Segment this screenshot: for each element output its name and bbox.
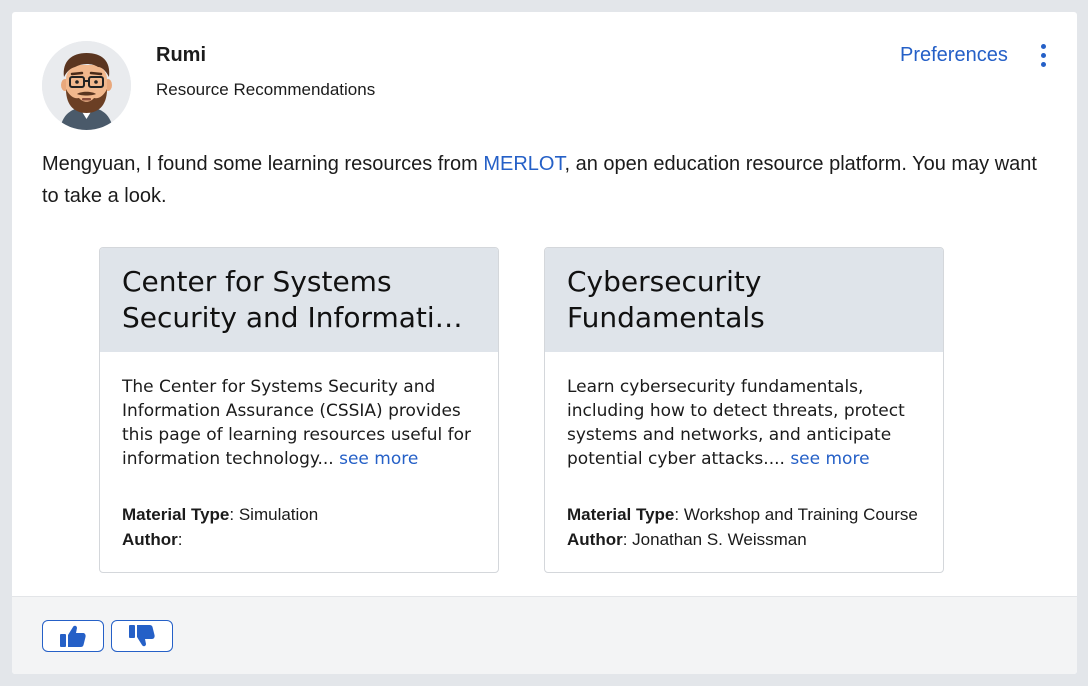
- bearded-man-avatar-icon: [42, 41, 131, 130]
- material-type-value: Simulation: [238, 505, 319, 524]
- author-row: Author: Jonathan S. Weissman: [567, 530, 807, 549]
- merlot-link[interactable]: MERLOT: [483, 153, 564, 175]
- thumbs-up-icon: [60, 625, 86, 647]
- preferences-link[interactable]: Preferences: [900, 44, 1008, 67]
- resource-card-body: Learn cybersecurity fundamentals, includ…: [545, 352, 943, 552]
- resource-card-title[interactable]: Center for Systems Security and Informat…: [122, 264, 476, 336]
- material-type-row: Material Type: Simulation: [122, 505, 319, 524]
- material-type-value: Workshop and Training Course: [683, 505, 918, 524]
- material-type-label: Material Type: [122, 505, 230, 524]
- message-text-start: Mengyuan, I found some learning resource…: [42, 153, 484, 175]
- resource-description: The Center for Systems Security and Info…: [122, 375, 476, 471]
- see-more-link[interactable]: see more: [790, 449, 869, 469]
- resource-card-title[interactable]: Cybersecurity Fundamentals: [567, 264, 921, 336]
- material-type-label: Material Type: [567, 505, 675, 524]
- thumbs-down-button[interactable]: [111, 620, 173, 652]
- resource-card-header[interactable]: Cybersecurity Fundamentals: [545, 248, 943, 352]
- author-value: Jonathan S. Weissman: [632, 530, 807, 549]
- panel-header: Rumi Resource Recommendations Preference…: [12, 12, 1077, 142]
- author-label: Author: [567, 530, 623, 549]
- resource-description-text: The Center for Systems Security and Info…: [122, 377, 471, 469]
- thumbs-up-button[interactable]: [42, 620, 104, 652]
- thumbs-down-icon: [129, 625, 155, 647]
- resource-description: Learn cybersecurity fundamentals, includ…: [567, 375, 921, 471]
- resource-card-header[interactable]: Center for Systems Security and Informat…: [100, 248, 498, 352]
- author-label: Author: [122, 530, 178, 549]
- author-row: Author:: [122, 530, 183, 549]
- bot-name: Rumi: [156, 44, 206, 66]
- panel-subtitle: Resource Recommendations: [156, 80, 376, 99]
- see-more-link[interactable]: see more: [339, 449, 418, 469]
- resource-card-body: The Center for Systems Security and Info…: [100, 352, 498, 552]
- more-options-icon[interactable]: [1036, 44, 1050, 68]
- resource-card: Cybersecurity Fundamentals Learn cyberse…: [544, 247, 944, 573]
- feedback-bar: [12, 596, 1077, 674]
- material-type-row: Material Type: Workshop and Training Cou…: [567, 505, 918, 524]
- resource-card: Center for Systems Security and Informat…: [99, 247, 499, 573]
- recommendation-panel: Rumi Resource Recommendations Preference…: [12, 12, 1077, 674]
- bot-avatar: [42, 41, 131, 130]
- bot-message: Mengyuan, I found some learning resource…: [42, 148, 1042, 212]
